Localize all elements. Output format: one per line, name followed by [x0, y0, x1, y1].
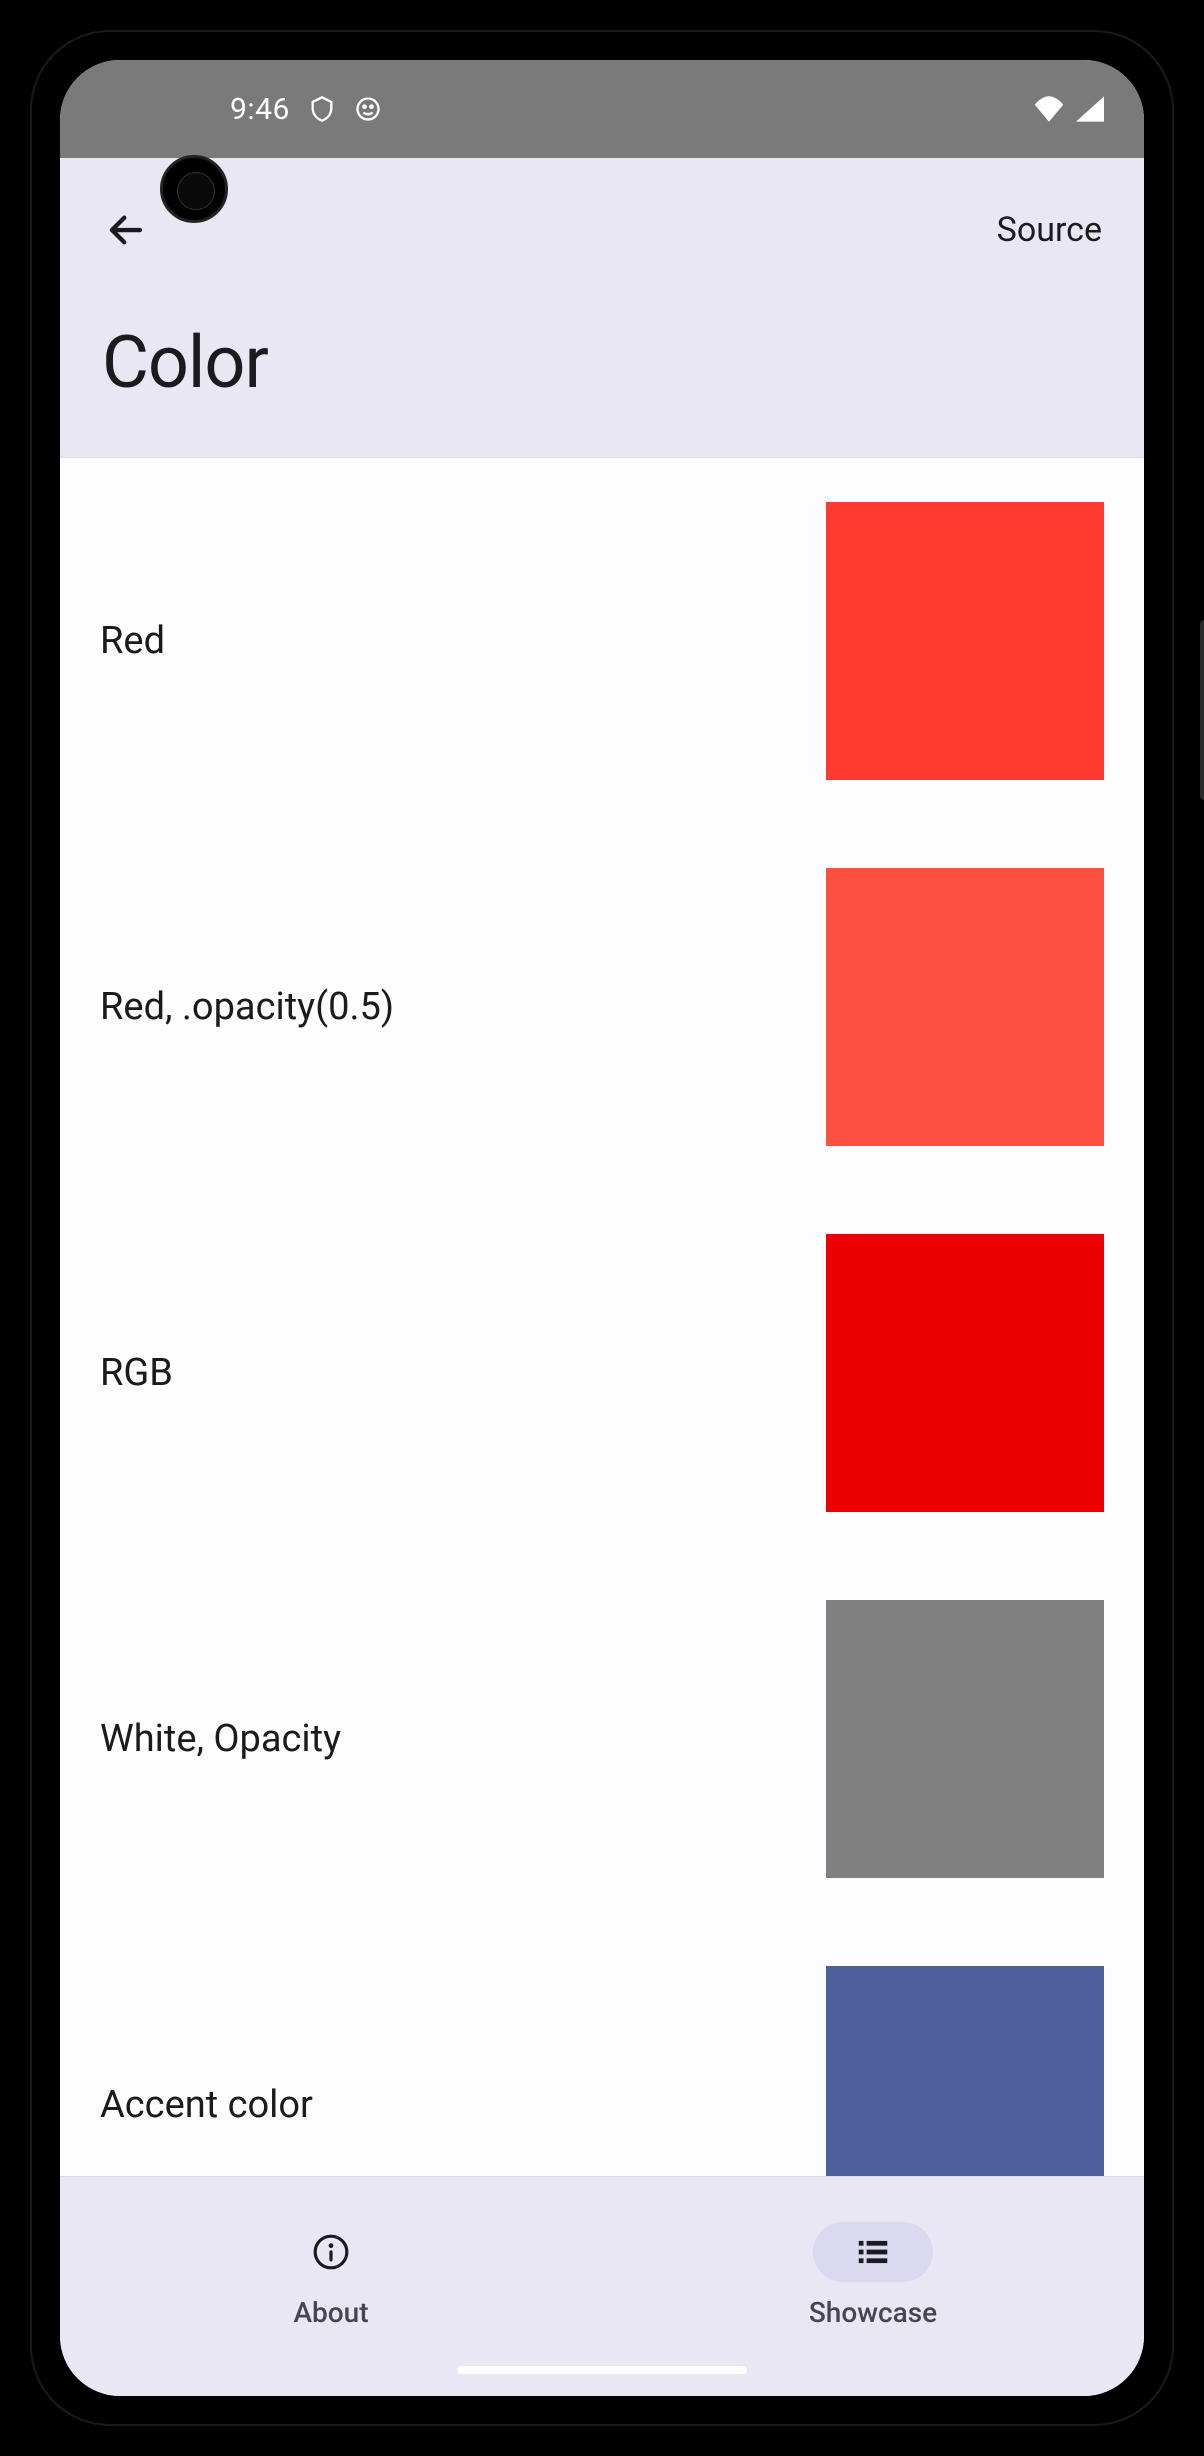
arrow-left-icon: [105, 209, 147, 251]
color-label: RGB: [100, 1351, 173, 1395]
nav-showcase[interactable]: Showcase: [602, 2177, 1144, 2396]
color-label: White, Opacity: [100, 1717, 341, 1761]
color-label: Red: [100, 619, 165, 663]
color-label: Red, .opacity(0.5): [100, 985, 394, 1029]
nav-label: About: [293, 2296, 368, 2329]
shield-icon: [308, 95, 336, 123]
list-icon: [854, 2233, 892, 2271]
list-item: Red: [100, 458, 1104, 824]
content-list: Red Red, .opacity(0.5) RGB White, Opacit…: [60, 458, 1144, 2288]
source-button[interactable]: Source: [997, 210, 1102, 250]
gesture-bar[interactable]: [457, 2366, 747, 2374]
color-swatch: [826, 1234, 1104, 1512]
list-item: Red, .opacity(0.5): [100, 824, 1104, 1190]
color-swatch: [826, 502, 1104, 780]
list-item: RGB: [100, 1190, 1104, 1556]
color-swatch: [826, 868, 1104, 1146]
nav-label: Showcase: [809, 2296, 937, 2329]
page-title: Color: [102, 320, 1102, 405]
bottom-nav: About Showcase: [60, 2176, 1144, 2396]
back-button[interactable]: [102, 206, 150, 254]
face-icon: [354, 95, 382, 123]
cellular-icon: [1076, 96, 1104, 122]
wifi-icon: [1032, 96, 1066, 122]
color-swatch: [826, 1600, 1104, 1878]
nav-about[interactable]: About: [60, 2177, 602, 2396]
list-item: White, Opacity: [100, 1556, 1104, 1922]
info-icon: [312, 2233, 350, 2271]
status-bar: 9:46: [60, 60, 1144, 158]
color-label: Accent color: [100, 2083, 313, 2127]
status-time: 9:46: [230, 92, 290, 127]
